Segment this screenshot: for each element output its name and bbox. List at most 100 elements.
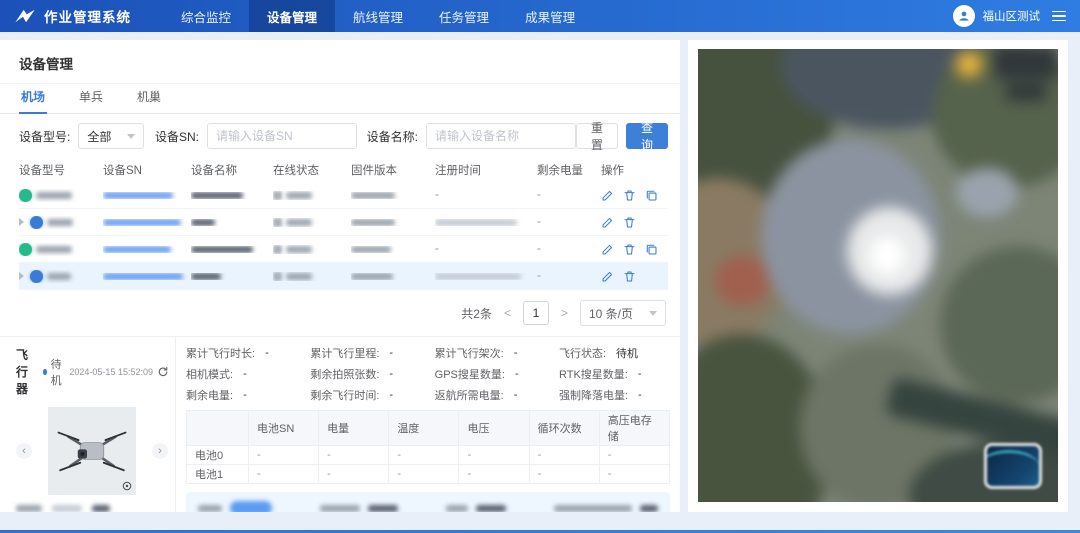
device-model-cell	[19, 270, 103, 283]
sn-filter-label: 设备SN:	[155, 128, 199, 145]
map-imagery	[698, 49, 1058, 502]
device-firmware-cell	[351, 246, 435, 253]
nav-item-routes[interactable]: 航线管理	[335, 0, 421, 32]
signal-icon	[273, 218, 282, 227]
user-avatar[interactable]	[953, 5, 975, 27]
device-model-cell	[19, 243, 103, 256]
edit-icon[interactable]	[601, 270, 614, 283]
top-navbar: 作业管理系统 综合监控 设备管理 航线管理 任务管理 成果管理 福山区测试	[0, 0, 1080, 32]
battery-header-row: 电池SN 电量 温度 电压 循环次数 高压电存储	[187, 411, 670, 446]
nav-item-tasks[interactable]: 任务管理	[421, 0, 507, 32]
col-battery: 剩余电量	[537, 162, 601, 178]
map-panel	[688, 40, 1068, 512]
carousel-prev-icon[interactable]: ‹	[16, 443, 32, 459]
table-row[interactable]: - -	[19, 236, 668, 263]
satellite-map[interactable]	[698, 49, 1058, 502]
signal-icon	[273, 191, 282, 200]
page-size-select[interactable]: 10 条/页	[580, 300, 666, 326]
tab-nest[interactable]: 机巢	[135, 88, 163, 113]
device-battery-cell: -	[537, 216, 601, 228]
device-regtime-cell	[435, 219, 537, 226]
app-logo-icon	[14, 7, 36, 25]
device-table-header: 设备型号 设备SN 设备名称 在线状态 固件版本 注册时间 剩余电量 操作	[19, 158, 668, 182]
person-icon	[957, 9, 971, 23]
device-regtime-cell	[435, 273, 537, 280]
delete-icon[interactable]	[623, 270, 636, 283]
nav-item-results[interactable]: 成果管理	[507, 0, 593, 32]
menu-icon[interactable]	[1052, 11, 1066, 22]
col-firmware: 固件版本	[351, 162, 435, 178]
table-row[interactable]: -	[19, 209, 668, 236]
expand-caret-icon[interactable]	[19, 218, 24, 226]
col-actions: 操作	[601, 162, 668, 178]
debug-controls-redacted	[186, 492, 670, 512]
row-actions	[601, 216, 668, 229]
search-button[interactable]: 查询	[626, 123, 668, 149]
navbar-right: 福山区测试	[953, 5, 1080, 27]
aircraft-carousel: ‹	[16, 407, 168, 495]
filter-bar: 设备型号: 全部 设备SN: 设备名称: 重置 查询	[0, 114, 680, 158]
minimap-toggle[interactable]	[984, 443, 1042, 489]
locate-icon[interactable]	[121, 480, 133, 492]
device-battery-cell: -	[537, 189, 601, 201]
device-detail-section: 飞行器 待机 2024-05-15 15:52:09 ‹	[0, 336, 680, 512]
edit-icon[interactable]	[601, 189, 614, 202]
map-control[interactable]	[994, 49, 1058, 79]
delete-icon[interactable]	[623, 243, 636, 256]
next-page-icon[interactable]: >	[559, 306, 570, 320]
carousel-next-icon[interactable]: ›	[152, 443, 168, 459]
device-sn-cell	[103, 273, 191, 280]
delete-icon[interactable]	[623, 189, 636, 202]
aircraft-info-redacted	[16, 505, 169, 512]
nav-item-devices[interactable]: 设备管理	[249, 0, 335, 32]
app-title: 作业管理系统	[44, 6, 131, 26]
drone-illustration	[50, 420, 134, 482]
device-status-cell	[273, 272, 351, 281]
control-value	[554, 505, 658, 512]
main-nav: 综合监控 设备管理 航线管理 任务管理 成果管理	[163, 0, 593, 32]
user-name[interactable]: 福山区测试	[983, 8, 1041, 24]
battery-row-1: 电池1 - - - - - -	[187, 465, 670, 484]
model-filter-label: 设备型号:	[19, 128, 70, 145]
refresh-icon[interactable]	[157, 366, 169, 378]
device-management-panel: 设备管理 机场 单兵 机巢 设备型号: 全部 设备SN: 设备名称: 重置 查询	[0, 40, 680, 512]
device-status-cell	[273, 245, 351, 254]
prev-page-icon[interactable]: <	[502, 306, 513, 320]
device-sn-cell	[103, 246, 191, 253]
signal-icon	[273, 272, 282, 281]
sn-input[interactable]	[207, 123, 357, 149]
telemetry-panel: 累计飞行时长:- 累计飞行里程:- 累计飞行架次:- 飞行状态:待机 相机模式:…	[176, 337, 680, 512]
device-regtime-cell: -	[435, 243, 537, 255]
tab-handheld[interactable]: 单兵	[77, 88, 105, 113]
page-number[interactable]: 1	[523, 301, 549, 325]
nav-item-monitor[interactable]: 综合监控	[163, 0, 249, 32]
edit-icon[interactable]	[601, 243, 614, 256]
page-title: 设备管理	[0, 40, 680, 84]
device-firmware-cell	[351, 219, 435, 226]
copy-icon[interactable]	[645, 189, 658, 202]
control-toggle[interactable]	[198, 501, 272, 512]
pagination: 共2条 < 1 > 10 条/页	[0, 290, 680, 336]
col-name: 设备名称	[191, 162, 273, 178]
tab-dock[interactable]: 机场	[19, 88, 47, 113]
drone-icon	[30, 270, 43, 283]
table-row[interactable]: - -	[19, 182, 668, 209]
reset-button[interactable]: 重置	[576, 123, 618, 149]
table-row-selected[interactable]: -	[19, 263, 668, 290]
copy-icon[interactable]	[645, 243, 658, 256]
name-input[interactable]	[426, 123, 576, 149]
col-model: 设备型号	[19, 162, 103, 178]
device-name-cell	[191, 246, 273, 253]
battery-row-0: 电池0 - - - - - -	[187, 446, 670, 465]
aircraft-panel: 飞行器 待机 2024-05-15 15:52:09 ‹	[0, 337, 176, 512]
row-actions	[601, 243, 668, 256]
edit-icon[interactable]	[601, 216, 614, 229]
model-select[interactable]: 全部	[78, 123, 144, 149]
map-control[interactable]	[1006, 83, 1046, 101]
chevron-down-icon	[649, 311, 657, 316]
expand-caret-icon[interactable]	[19, 272, 24, 280]
aircraft-timestamp: 2024-05-15 15:52:09	[69, 367, 153, 377]
delete-icon[interactable]	[623, 216, 636, 229]
device-sn-cell	[103, 192, 191, 199]
main-content: 设备管理 机场 单兵 机巢 设备型号: 全部 设备SN: 设备名称: 重置 查询	[0, 32, 1080, 512]
